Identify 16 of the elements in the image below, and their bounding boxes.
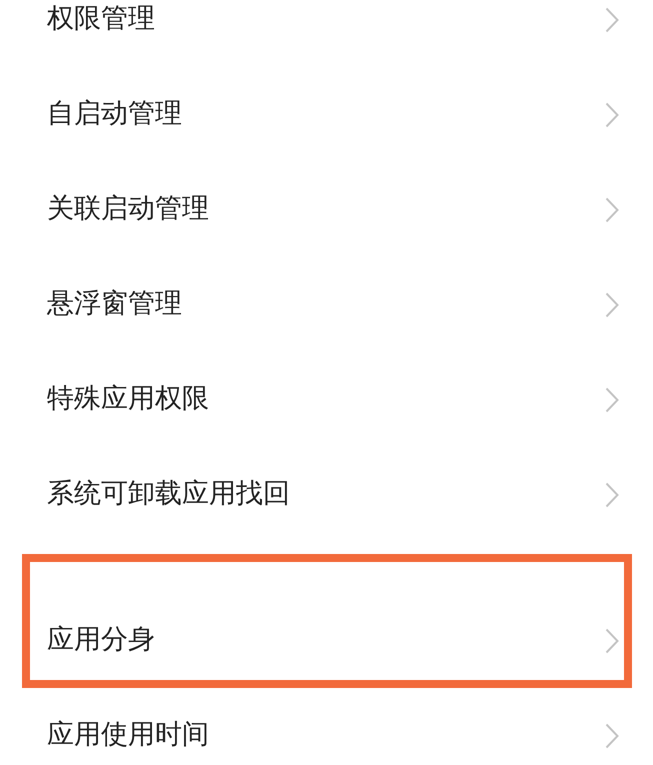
chevron-icon [605, 292, 619, 318]
menu-item[interactable]: 特殊应用权限 [0, 352, 653, 447]
chevron-icon [605, 102, 619, 128]
chevron-icon [605, 628, 619, 654]
menu-item[interactable]: 权限管理 [0, 0, 653, 67]
menu-item[interactable]: 悬浮窗管理 [0, 257, 653, 352]
chevron-icon [605, 196, 619, 222]
chevron-icon [605, 482, 619, 508]
menu-item[interactable]: 自启动管理 [0, 67, 653, 162]
menu-item[interactable]: 系统可卸载应用找回 [0, 447, 653, 542]
menu-item[interactable]: 应用分身 [0, 542, 653, 688]
chevron-icon [605, 386, 619, 412]
menu-item[interactable]: 应用使用时间 [0, 688, 653, 765]
chevron-icon [605, 6, 619, 32]
menu-item[interactable]: 关联启动管理 [0, 162, 653, 257]
chevron-icon [605, 722, 619, 748]
